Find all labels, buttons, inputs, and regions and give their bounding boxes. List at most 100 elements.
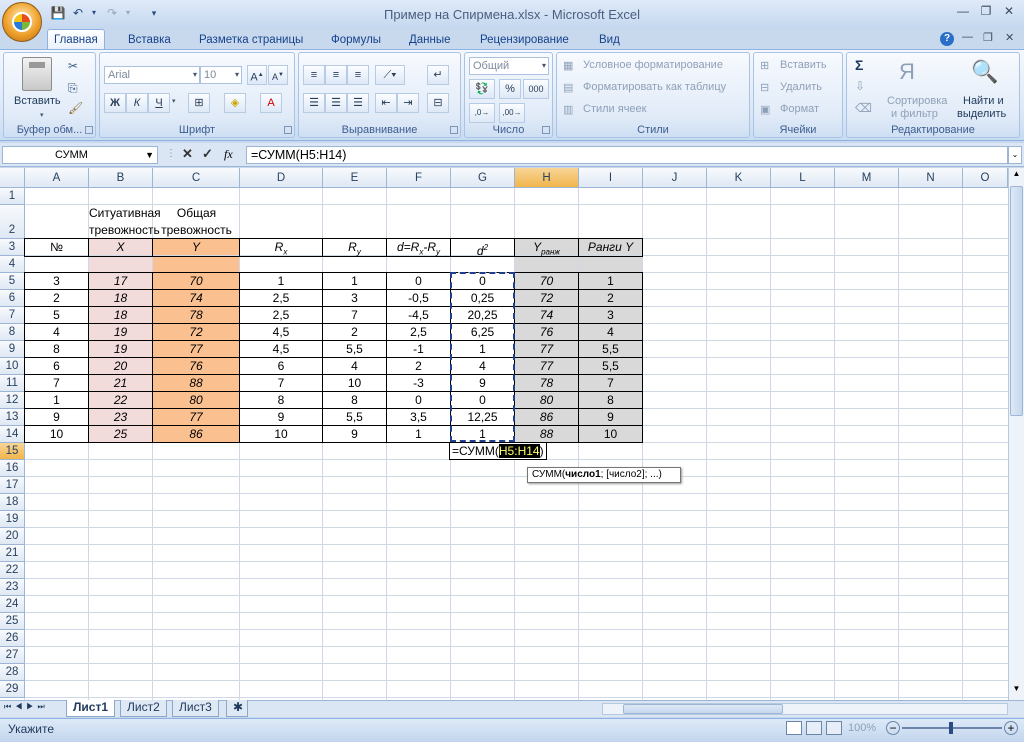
cell-f6[interactable]: 3 xyxy=(322,289,387,307)
cell-f11[interactable]: 10 xyxy=(322,374,387,392)
copy-icon[interactable]: ⎘ xyxy=(68,81,78,96)
delete-cells-button[interactable]: Удалить xyxy=(780,81,822,93)
cell-b5[interactable]: 3 xyxy=(24,272,89,290)
cell-d7[interactable]: 78 xyxy=(152,306,240,324)
tab-data[interactable]: Данные xyxy=(403,31,457,49)
column-header-h[interactable]: H xyxy=(515,168,579,188)
alignment-launcher-icon[interactable] xyxy=(450,126,458,134)
column-header-i[interactable]: I xyxy=(579,168,643,188)
fill-color-icon[interactable]: ◈ xyxy=(224,93,246,113)
font-launcher-icon[interactable] xyxy=(284,126,292,134)
column-header-j[interactable]: J xyxy=(643,168,707,188)
orientation-icon[interactable]: ⟋▾ xyxy=(375,65,405,85)
cell-e5[interactable]: 1 xyxy=(239,272,323,290)
workbook-close-icon[interactable]: ✕ xyxy=(1005,31,1014,44)
shrink-font-icon[interactable]: A▼ xyxy=(268,65,288,85)
sheet-nav-icons[interactable]: ⏮◀▶⏭ xyxy=(4,702,49,712)
conditional-format-button[interactable]: Условное форматирование xyxy=(583,59,723,71)
row-header-7[interactable]: 7 xyxy=(0,307,25,324)
increase-indent-icon[interactable]: ⇥ xyxy=(397,93,419,113)
cell-c10[interactable]: 20 xyxy=(88,357,153,375)
close-icon[interactable]: ✕ xyxy=(998,4,1020,20)
row-header-21[interactable]: 21 xyxy=(0,545,25,562)
tab-review[interactable]: Рецензирование xyxy=(474,31,575,49)
cell-g12[interactable]: 0 xyxy=(386,391,451,409)
align-middle-icon[interactable]: ≡ xyxy=(325,65,347,85)
cell-i10[interactable]: 77 xyxy=(514,357,579,375)
row-header-1[interactable]: 1 xyxy=(0,188,25,205)
cell-d5[interactable]: 70 xyxy=(152,272,240,290)
normal-view-icon[interactable] xyxy=(786,721,802,735)
cell-i5[interactable]: 70 xyxy=(514,272,579,290)
sheet-tab-1[interactable]: Лист1 xyxy=(66,700,116,717)
cell-f7[interactable]: 7 xyxy=(322,306,387,324)
clear-icon[interactable]: ⌫ xyxy=(855,101,872,115)
row-header-27[interactable]: 27 xyxy=(0,647,25,664)
cell-c11[interactable]: 21 xyxy=(88,374,153,392)
cell-j12[interactable]: 8 xyxy=(578,391,643,409)
select-all-corner[interactable] xyxy=(0,168,25,188)
cell-g13[interactable]: 3,5 xyxy=(386,408,451,426)
row-header-23[interactable]: 23 xyxy=(0,579,25,596)
cell-g14[interactable]: 1 xyxy=(386,425,451,443)
row-header-8[interactable]: 8 xyxy=(0,324,25,341)
enter-icon[interactable]: ✓ xyxy=(202,146,213,162)
thousands-icon[interactable]: 000 xyxy=(523,79,549,99)
cell-c7[interactable]: 18 xyxy=(88,306,153,324)
row-header-22[interactable]: 22 xyxy=(0,562,25,579)
ribbon-minimize-icon[interactable]: — xyxy=(962,31,973,43)
cell-f13[interactable]: 5,5 xyxy=(322,408,387,426)
find-select-button[interactable]: Найти и xyxy=(963,95,1004,107)
row-header-20[interactable]: 20 xyxy=(0,528,25,545)
row-header-12[interactable]: 12 xyxy=(0,392,25,409)
underline-icon[interactable]: Ч xyxy=(148,93,170,113)
sort-filter-button[interactable]: Сортировка xyxy=(887,95,947,107)
cell-e14[interactable]: 10 xyxy=(239,425,323,443)
row-header-29[interactable]: 29 xyxy=(0,681,25,698)
row-header-10[interactable]: 10 xyxy=(0,358,25,375)
italic-icon[interactable]: К xyxy=(126,93,148,113)
cell-c5[interactable]: 17 xyxy=(88,272,153,290)
minimize-icon[interactable]: — xyxy=(952,4,974,20)
wrap-text-icon[interactable]: ↵ xyxy=(427,65,449,85)
horizontal-scroll-thumb[interactable] xyxy=(623,704,783,714)
cell-e12[interactable]: 8 xyxy=(239,391,323,409)
scroll-down-icon[interactable]: ▼ xyxy=(1010,684,1023,697)
row-header-4[interactable]: 4 xyxy=(0,256,25,273)
cell-b8[interactable]: 4 xyxy=(24,323,89,341)
format-painter-icon[interactable]: 🖌 xyxy=(68,101,83,115)
paste-button[interactable]: Вставить xyxy=(14,95,61,107)
cell-i12[interactable]: 80 xyxy=(514,391,579,409)
format-as-table-button[interactable]: Форматировать как таблицу xyxy=(583,81,726,93)
find-select-button-line2[interactable]: выделить xyxy=(957,108,1006,120)
fill-icon[interactable]: ⇩ xyxy=(855,79,865,93)
cell-d10[interactable]: 76 xyxy=(152,357,240,375)
cell-d12[interactable]: 80 xyxy=(152,391,240,409)
grow-font-icon[interactable]: A▲ xyxy=(247,65,267,85)
cell-h15-editor[interactable]: =СУММ(H5:H14) xyxy=(449,442,547,460)
name-box[interactable]: СУММ ▼ xyxy=(2,146,158,164)
cell-j6[interactable]: 2 xyxy=(578,289,643,307)
cell-g9[interactable]: -1 xyxy=(386,340,451,358)
row-header-2[interactable]: 2 xyxy=(0,205,25,239)
number-format-combo[interactable]: Общий ▾ xyxy=(469,57,549,75)
cell-b13[interactable]: 9 xyxy=(24,408,89,426)
cell-j13[interactable]: 9 xyxy=(578,408,643,426)
formula-input[interactable]: =СУММ(H5:H14) xyxy=(246,146,1008,164)
column-header-o[interactable]: O xyxy=(963,168,1008,188)
cell-c6[interactable]: 18 xyxy=(88,289,153,307)
row-header-9[interactable]: 9 xyxy=(0,341,25,358)
cell-f9[interactable]: 5,5 xyxy=(322,340,387,358)
column-header-c[interactable]: C xyxy=(153,168,240,188)
vertical-scroll-thumb[interactable] xyxy=(1010,186,1023,416)
column-header-a[interactable]: A xyxy=(25,168,89,188)
cell-f10[interactable]: 4 xyxy=(322,357,387,375)
cell-f12[interactable]: 8 xyxy=(322,391,387,409)
cell-b7[interactable]: 5 xyxy=(24,306,89,324)
vertical-scrollbar[interactable]: ▲ ▼ xyxy=(1008,168,1024,700)
cell-i6[interactable]: 72 xyxy=(514,289,579,307)
cell-c14[interactable]: 25 xyxy=(88,425,153,443)
cell-d11[interactable]: 88 xyxy=(152,374,240,392)
cell-e11[interactable]: 7 xyxy=(239,374,323,392)
cell-j9[interactable]: 5,5 xyxy=(578,340,643,358)
